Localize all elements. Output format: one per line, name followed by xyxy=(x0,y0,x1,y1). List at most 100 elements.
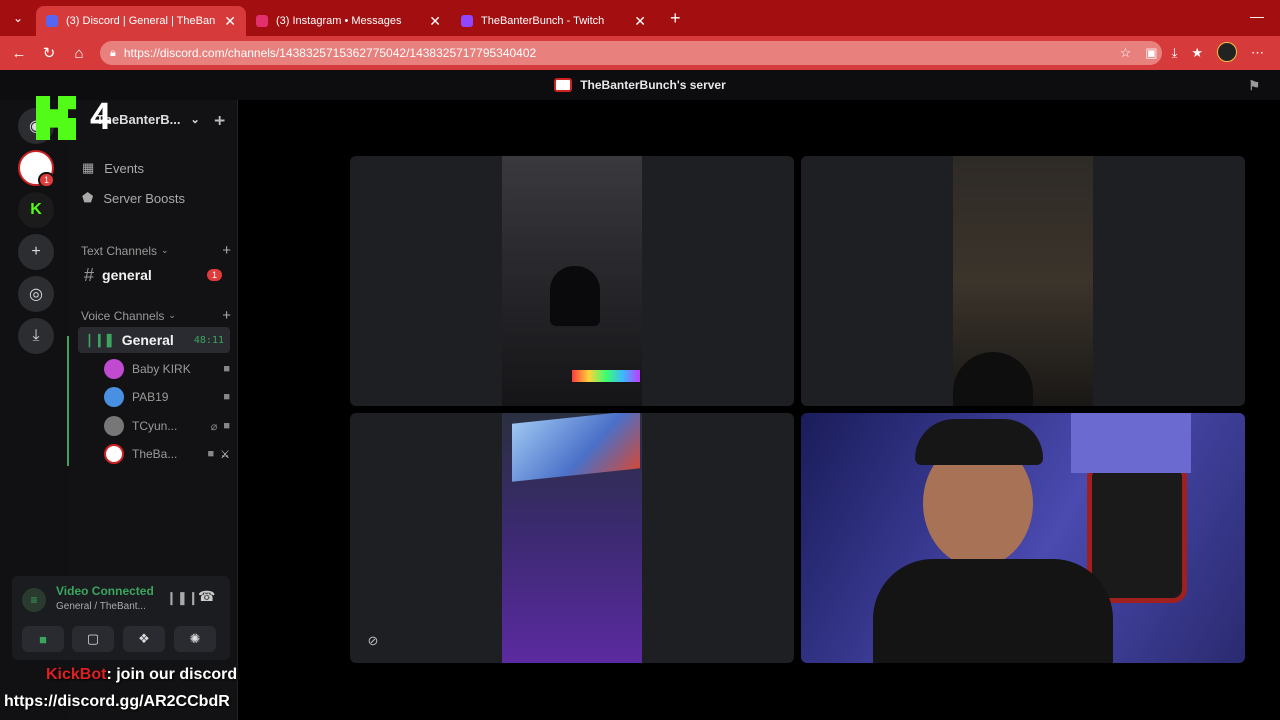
noise-suppression-icon[interactable]: ❙❚❙ xyxy=(166,590,199,606)
tab-instagram[interactable]: (3) Instagram • Messages ✕ xyxy=(246,6,451,36)
category-label: Text Channels xyxy=(81,243,158,258)
back-button[interactable]: ← xyxy=(4,45,34,62)
tab-list-menu-button[interactable]: ⌄ xyxy=(0,0,36,36)
video-tile-4[interactable] xyxy=(801,413,1245,663)
share-screen-button[interactable]: ▢ xyxy=(72,626,114,652)
gaming-chair xyxy=(1087,463,1187,603)
channel-name: General xyxy=(121,332,174,348)
site-info-icon[interactable]: 🔒︎ xyxy=(110,47,116,60)
voice-user[interactable]: PAB19 ■ xyxy=(104,385,230,409)
activities-button[interactable]: ❖ xyxy=(123,626,165,652)
add-server-button[interactable]: + xyxy=(18,234,54,270)
unread-badge: 1 xyxy=(206,269,222,281)
channel-general-text[interactable]: # general 1 xyxy=(78,262,230,288)
door xyxy=(1071,413,1191,473)
channel-name: general xyxy=(102,267,152,283)
tab-title: TheBanterBunch - Twitch xyxy=(481,15,605,27)
voice-user-name: Baby KIRK xyxy=(132,362,191,376)
channel-general-voice[interactable]: ❘❙❚ General 48:11 xyxy=(78,327,230,353)
voice-user-name: PAB19 xyxy=(132,390,169,404)
video-camera-icon: ■ xyxy=(223,391,230,403)
call-timer: 48:11 xyxy=(193,334,224,346)
voice-activity-icon: ❘❙❚ xyxy=(84,332,115,347)
close-tab-icon[interactable]: ✕ xyxy=(224,13,236,30)
url-field[interactable]: 🔒︎ https://discord.com/channels/14383257… xyxy=(100,41,1162,65)
menu-label: Server Boosts xyxy=(103,190,185,206)
video-camera-icon: ■ xyxy=(223,420,230,432)
instagram-favicon-icon xyxy=(256,15,268,27)
download-icon[interactable]: ⤓ xyxy=(1172,45,1178,62)
tab-title: (3) Discord | General | TheBan xyxy=(66,15,216,27)
server-kick-button[interactable]: K xyxy=(18,192,54,228)
tab-twitch[interactable]: TheBanterBunch - Twitch ✕ xyxy=(451,6,656,36)
video-camera-icon: ■ xyxy=(207,448,215,460)
reload-button[interactable]: ↻ xyxy=(34,44,64,62)
camera-icon[interactable]: ▣ xyxy=(1145,45,1157,62)
voice-status[interactable]: Video Connected xyxy=(56,584,156,598)
toolbar-icons: ☆ ▣ ⤓ ★ ⋯ xyxy=(1120,42,1264,62)
chat-message-text: : join our discord xyxy=(106,666,238,683)
menu-events[interactable]: ▦ Events xyxy=(82,160,144,176)
create-channel-icon[interactable]: + xyxy=(222,307,231,324)
chat-message: KickBot : join our discord xyxy=(4,666,237,684)
connection-signal-icon[interactable]: ≡ xyxy=(22,588,46,612)
new-tab-button[interactable]: + xyxy=(670,8,681,29)
voice-user[interactable]: TCyun... ⌀ ■ xyxy=(104,414,230,438)
invite-people-icon[interactable]: ➕︎ xyxy=(214,112,225,129)
minimize-window-button[interactable]: — xyxy=(1250,8,1264,24)
muted-mic-icon: ⊘ xyxy=(367,633,379,648)
chevron-down-icon: ⌄ xyxy=(168,310,176,320)
muted-mic-icon: ⌀ xyxy=(210,420,218,433)
avatar xyxy=(104,359,124,379)
chat-bot-name: KickBot xyxy=(46,666,107,683)
voice-channel-indicator-line xyxy=(67,336,69,466)
server-icon xyxy=(554,78,573,92)
server-mention-badge: 1 xyxy=(38,172,56,188)
crossed-swords-icon: ⚔︎ xyxy=(220,448,230,461)
favorites-icon[interactable]: ★ xyxy=(1191,45,1203,62)
discord-title-bar: TheBanterBunch's server ⚑ xyxy=(0,70,1280,100)
voice-user-name: TCyun... xyxy=(132,419,178,433)
discover-servers-button[interactable]: ◎ xyxy=(18,276,54,312)
voice-location[interactable]: General / TheBant... xyxy=(56,601,156,612)
voice-user[interactable]: Baby KIRK ■ xyxy=(104,357,230,381)
avatar xyxy=(104,416,124,436)
tab-title: (3) Instagram • Messages xyxy=(276,15,402,27)
person-silhouette xyxy=(550,266,600,326)
category-text-channels[interactable]: Text Channels ⌄ + xyxy=(81,242,231,259)
chevron-down-icon: ⌄ xyxy=(161,245,169,255)
more-options-icon[interactable]: ⋯ xyxy=(1251,45,1264,62)
video-camera-icon: ■ xyxy=(223,363,230,375)
toggle-camera-button[interactable]: ■ xyxy=(22,626,64,652)
disconnect-call-icon[interactable]: ☎︎ xyxy=(198,588,215,605)
tab-discord[interactable]: (3) Discord | General | TheBan ✕ xyxy=(36,6,246,36)
bookmark-star-icon[interactable]: ☆ xyxy=(1120,45,1132,62)
create-channel-icon[interactable]: + xyxy=(222,242,231,259)
video-tile-2[interactable] xyxy=(801,156,1245,406)
menu-label: Events xyxy=(104,160,145,176)
video-tile-3[interactable] xyxy=(350,413,794,663)
voice-user[interactable]: TheBa... ■ ⚔︎ xyxy=(104,442,230,466)
menu-server-boosts[interactable]: ⬟ Server Boosts xyxy=(82,190,185,206)
server-header-title: TheBanterBunch's server xyxy=(580,78,726,92)
url-text: https://discord.com/channels/14383257153… xyxy=(123,46,537,60)
overlay-number: 4 xyxy=(90,96,112,138)
browser-address-bar: ← ↻ ⌂ 🔒︎ https://discord.com/channels/14… xyxy=(0,36,1280,70)
close-tab-icon[interactable]: ✕ xyxy=(634,13,646,30)
voice-user-name: TheBa... xyxy=(132,447,178,461)
profile-avatar[interactable] xyxy=(1217,42,1237,62)
inbox-icon[interactable]: ⚑ xyxy=(1248,78,1260,94)
video-tile-1[interactable] xyxy=(350,156,794,406)
chat-link: https://discord.gg/AR2CCbdR xyxy=(4,693,230,710)
close-tab-icon[interactable]: ✕ xyxy=(429,13,441,30)
chevron-down-icon: ⌄ xyxy=(190,114,200,126)
avatar xyxy=(104,387,124,407)
home-button[interactable]: ⌂ xyxy=(64,45,94,62)
rgb-keyboard xyxy=(572,370,640,382)
category-label: Voice Channels xyxy=(81,308,165,323)
soundboard-button[interactable]: ✺ xyxy=(174,626,216,652)
hashtag-icon: # xyxy=(84,264,95,285)
download-apps-button[interactable]: ⤓ xyxy=(18,318,54,354)
category-voice-channels[interactable]: Voice Channels ⌄ + xyxy=(81,307,231,324)
calendar-icon: ▦ xyxy=(82,160,95,175)
